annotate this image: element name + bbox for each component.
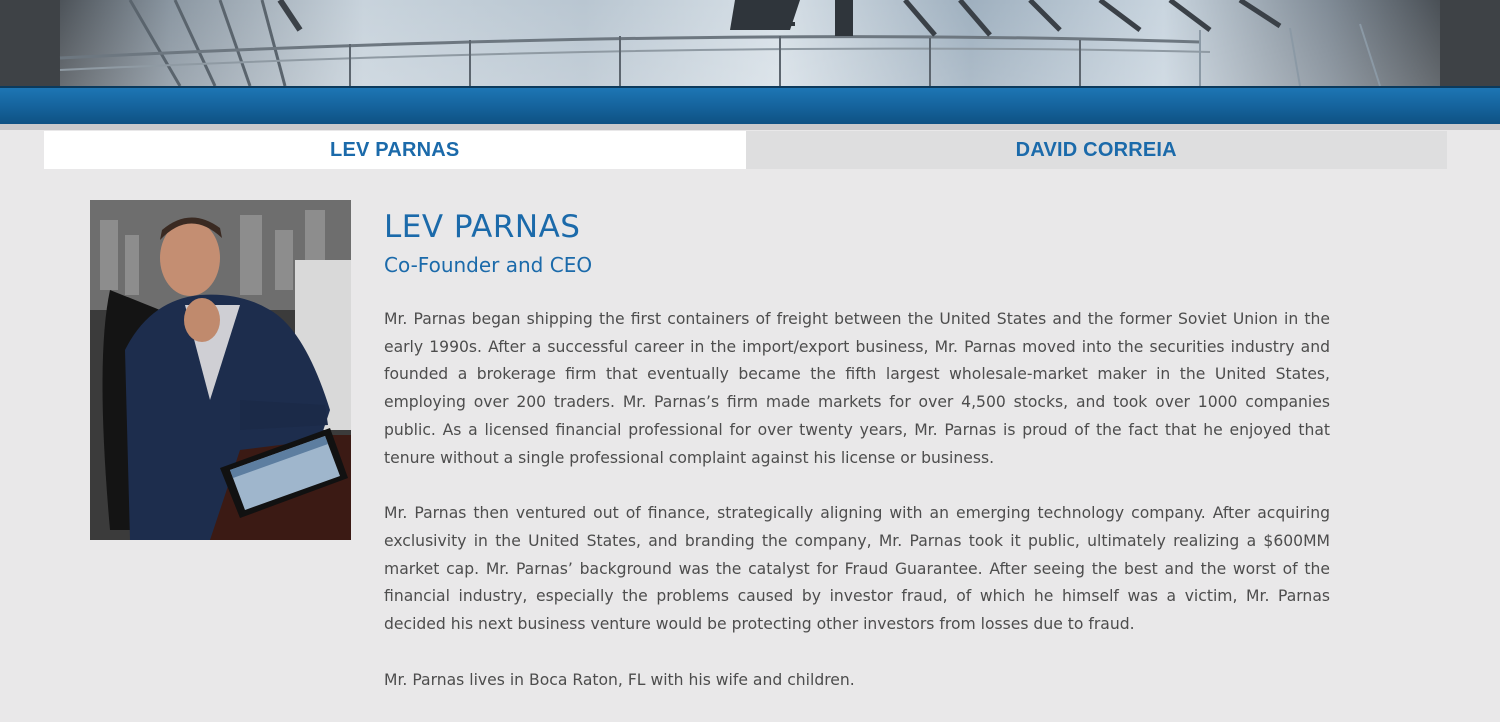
tab-david-correia[interactable]: DAVID CORREIA <box>745 131 1447 169</box>
profile-tabs: LEV PARNAS DAVID CORREIA <box>44 131 1447 169</box>
nav-band <box>0 86 1500 126</box>
hero-banner <box>0 0 1500 86</box>
divider-strip <box>0 124 1500 130</box>
bio-paragraph: Mr. Parnas then ventured out of finance,… <box>384 504 1330 634</box>
profile-bio: LEV PARNAS Co-Founder and CEO Mr. Parnas… <box>384 205 1330 722</box>
profile-photo <box>90 200 351 540</box>
profile-description: Mr. Parnas began shipping the first cont… <box>384 306 1330 694</box>
hero-architecture-image <box>0 0 1500 86</box>
bio-paragraph: Mr. Parnas began shipping the first cont… <box>384 310 1330 467</box>
bio-paragraph: Mr. Parnas lives in Boca Raton, FL with … <box>384 670 855 689</box>
tab-lev-parnas[interactable]: LEV PARNAS <box>44 131 746 169</box>
profile-role: Co-Founder and CEO <box>384 253 593 277</box>
profile-name: LEV PARNAS <box>384 209 581 245</box>
